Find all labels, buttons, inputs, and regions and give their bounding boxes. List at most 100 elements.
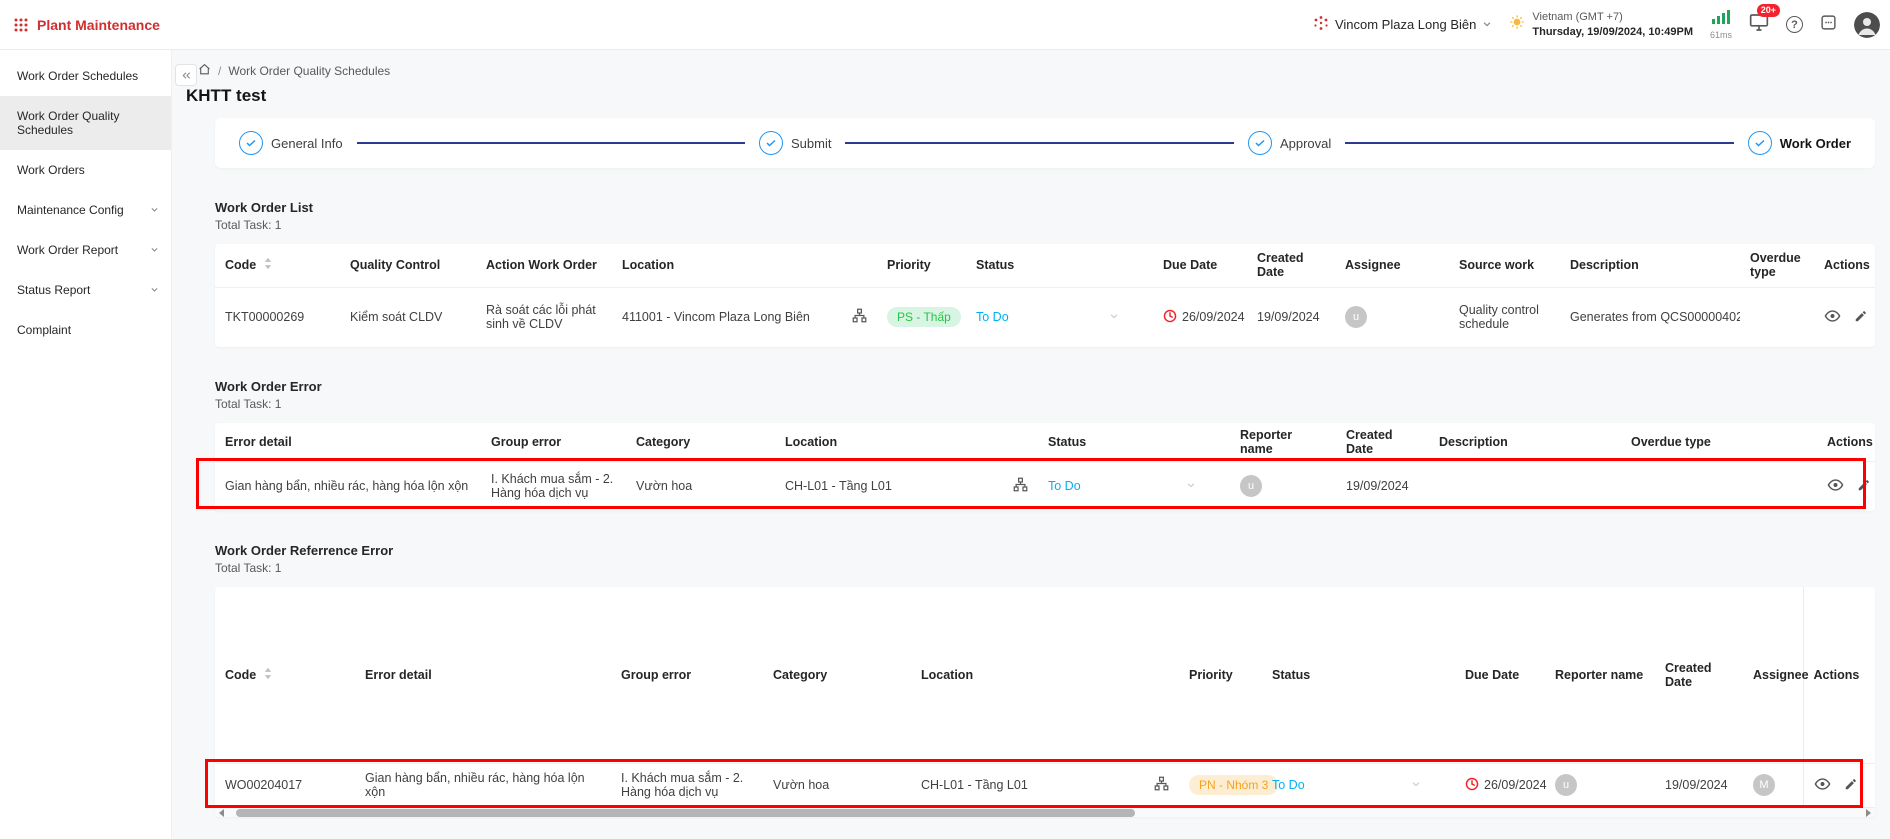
- site-selector[interactable]: Vincom Plaza Long Biên: [1313, 15, 1492, 34]
- chevron-down-icon: [1482, 17, 1492, 32]
- sidebar-item-label: Maintenance Config: [17, 203, 124, 217]
- step-work-order: Work Order: [1748, 131, 1851, 155]
- status-dropdown[interactable]: To Do: [976, 310, 1143, 324]
- cell-error-detail: Gian hàng bẩn, nhiều rác, hàng hóa lộn x…: [355, 763, 611, 807]
- app-grid-icon[interactable]: [14, 18, 28, 32]
- scrollbar-track[interactable]: [228, 809, 1862, 817]
- location-tree-icon[interactable]: [1154, 776, 1169, 794]
- chevron-down-icon: [1411, 778, 1421, 792]
- col-location: Location: [612, 244, 877, 287]
- sidebar-collapse-button[interactable]: [175, 64, 197, 86]
- cell-status: To Do: [1038, 461, 1230, 511]
- cell-created-date: 19/09/2024: [1336, 461, 1429, 511]
- sidebar-item-work-orders[interactable]: Work Orders: [0, 150, 171, 190]
- cell-code: TKT00000269: [215, 287, 340, 347]
- edit-icon[interactable]: [1844, 777, 1858, 794]
- col-category: Category: [763, 587, 911, 763]
- priority-badge: PS - Thấp: [887, 307, 961, 327]
- assignee-avatar: M: [1753, 774, 1775, 796]
- sidebar-item-complaint[interactable]: Complaint: [0, 310, 171, 350]
- cell-source-work: Quality control schedule: [1449, 287, 1560, 347]
- page-title: KHTT test: [186, 86, 1875, 106]
- cell-assignee: M: [1743, 763, 1803, 807]
- view-icon[interactable]: [1824, 309, 1841, 326]
- cell-code: WO00204017: [215, 763, 355, 807]
- site-logo-icon: [1313, 15, 1329, 34]
- cell-group-error: I. Khách mua sắm - 2. Hàng hóa dịch vụ: [611, 763, 763, 807]
- cell-due-date: 26/09/2024: [1455, 763, 1545, 807]
- cell-assignee: u: [1335, 287, 1449, 347]
- step-check-icon[interactable]: [759, 131, 783, 155]
- work-order-error-table: Error detail Group error Category Locati…: [215, 423, 1875, 511]
- step-check-icon[interactable]: [239, 131, 263, 155]
- col-due-date: Due Date: [1455, 587, 1545, 763]
- help-icon: ?: [1786, 16, 1803, 33]
- chevron-down-icon: [150, 283, 159, 297]
- step-connector: [845, 142, 1233, 144]
- col-status: Status: [1262, 587, 1455, 763]
- overdue-clock-icon: [1163, 309, 1177, 326]
- location-tree-icon[interactable]: [1013, 477, 1028, 495]
- user-avatar[interactable]: [1854, 12, 1880, 38]
- apps-button[interactable]: [1820, 14, 1837, 36]
- step-check-icon[interactable]: [1248, 131, 1272, 155]
- sort-icon[interactable]: [264, 257, 272, 273]
- location-tree-icon[interactable]: [852, 308, 867, 326]
- cell-quality-control: Kiểm soát CLDV: [340, 287, 476, 347]
- sidebar: Work Order Schedules Work Order Quality …: [0, 50, 172, 839]
- cell-error-detail: Gian hàng bẩn, nhiều rác, hàng hóa lộn x…: [215, 461, 481, 511]
- cell-location: CH-L01 - Tầng L01: [775, 461, 1038, 511]
- col-group-error: Group error: [611, 587, 763, 763]
- work-order-list-card: Code Quality Control Action Work Order L…: [215, 244, 1875, 347]
- sort-icon[interactable]: [264, 667, 272, 683]
- cell-status: To Do: [966, 287, 1153, 347]
- sidebar-item-maintenance-config[interactable]: Maintenance Config: [0, 190, 171, 230]
- cell-category: Vườn hoa: [763, 763, 911, 807]
- cell-reporter-name: u: [1545, 763, 1655, 807]
- col-description: Description: [1560, 244, 1740, 287]
- sidebar-item-work-order-quality-schedules[interactable]: Work Order Quality Schedules: [0, 96, 171, 150]
- work-order-list-table: Code Quality Control Action Work Order L…: [215, 244, 1875, 347]
- priority-badge: PN - Nhóm 3: [1189, 775, 1278, 795]
- col-category: Category: [626, 423, 775, 461]
- col-priority: Priority: [877, 244, 966, 287]
- scroll-right-arrow[interactable]: [1862, 808, 1875, 818]
- col-assignee: Assignee: [1743, 587, 1803, 763]
- edit-icon[interactable]: [1857, 478, 1871, 495]
- notifications-button[interactable]: 20+: [1749, 13, 1769, 37]
- step-label: Work Order: [1780, 136, 1851, 151]
- view-icon[interactable]: [1814, 777, 1831, 794]
- step-check-icon[interactable]: [1748, 131, 1772, 155]
- section-total-work-order-error: Total Task: 1: [215, 397, 1875, 411]
- status-dropdown[interactable]: To Do: [1272, 778, 1445, 792]
- latency-indicator: 61ms: [1710, 10, 1732, 40]
- cell-category: Vườn hoa: [626, 461, 775, 511]
- sidebar-item-status-report[interactable]: Status Report: [0, 270, 171, 310]
- section-title-work-order-list: Work Order List: [215, 200, 1875, 215]
- cell-status: To Do: [1262, 763, 1455, 807]
- cell-created-date: 19/09/2024: [1247, 287, 1335, 347]
- cell-reporter-name: u: [1230, 461, 1336, 511]
- timezone-label: Vietnam (GMT +7): [1532, 10, 1693, 24]
- help-button[interactable]: ?: [1786, 16, 1803, 33]
- breadcrumb: / Work Order Quality Schedules: [198, 60, 1875, 82]
- cell-description: Generates from QCS00000402, Kiể...: [1560, 287, 1740, 347]
- col-status: Status: [1038, 423, 1230, 461]
- scroll-left-arrow[interactable]: [215, 808, 228, 818]
- cell-location: CH-L01 - Tầng L01: [911, 763, 1179, 807]
- sidebar-item-work-order-schedules[interactable]: Work Order Schedules: [0, 56, 171, 96]
- home-icon[interactable]: [198, 63, 211, 79]
- step-label: General Info: [271, 136, 343, 151]
- sidebar-item-label: Complaint: [17, 323, 71, 337]
- chevron-down-icon: [1109, 310, 1119, 324]
- scrollbar-thumb[interactable]: [236, 809, 1135, 817]
- col-reporter-name: Reporter name: [1545, 587, 1655, 763]
- col-code: Code: [215, 244, 340, 287]
- col-created-date: Created Date: [1655, 587, 1743, 763]
- status-dropdown[interactable]: To Do: [1048, 479, 1220, 493]
- table-header-row: Code Quality Control Action Work Order L…: [215, 244, 1875, 287]
- edit-icon[interactable]: [1854, 309, 1868, 326]
- sun-icon: [1509, 14, 1525, 35]
- sidebar-item-work-order-report[interactable]: Work Order Report: [0, 230, 171, 270]
- view-icon[interactable]: [1827, 478, 1844, 495]
